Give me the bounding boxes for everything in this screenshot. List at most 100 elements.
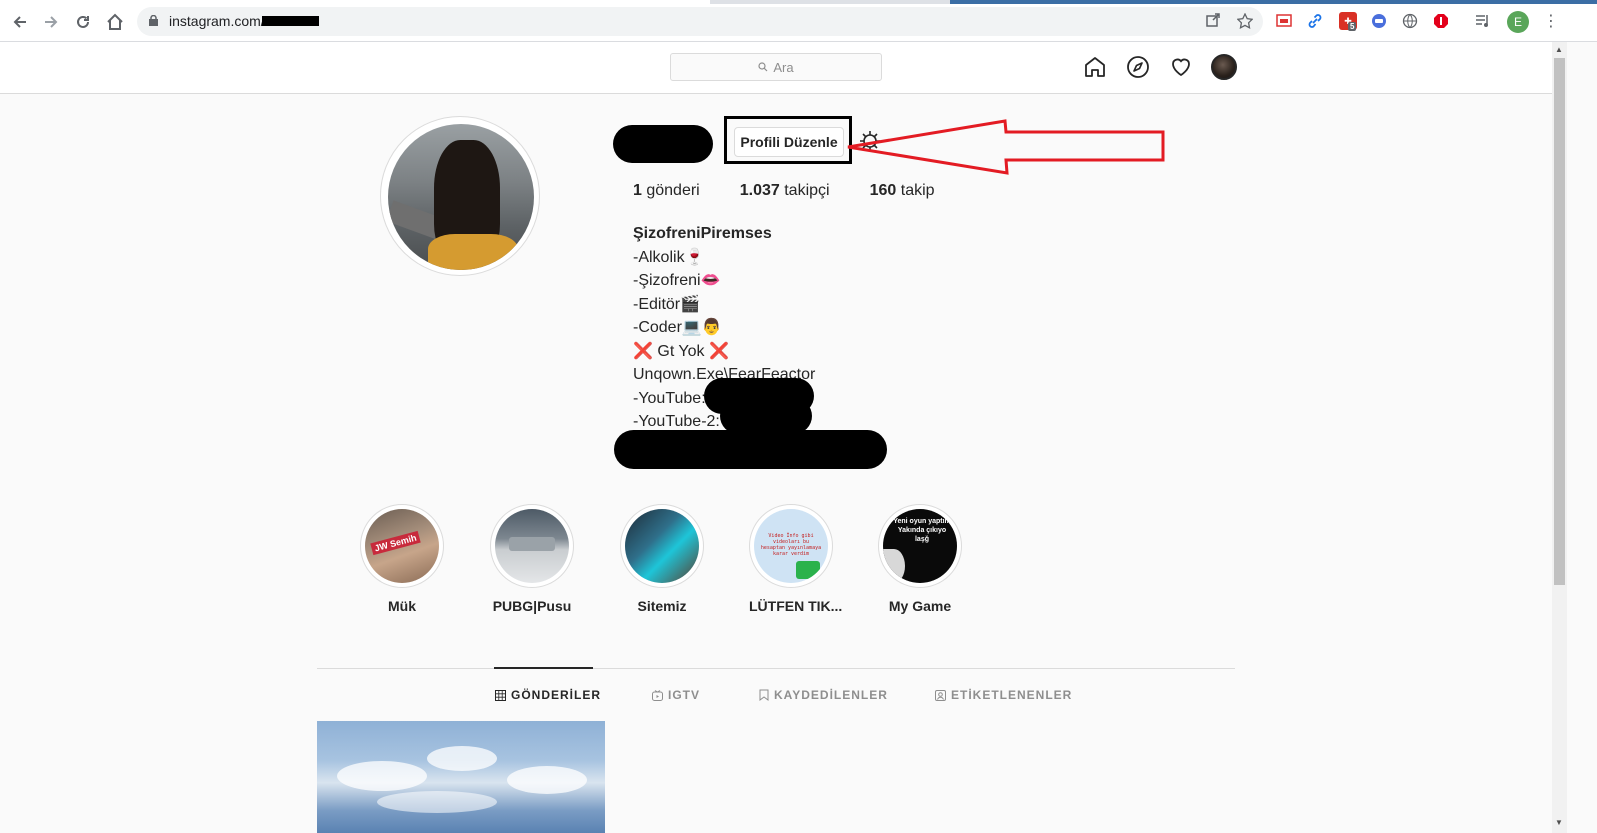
address-bar[interactable]: instagram.com/ [137, 7, 1263, 36]
profile-picture[interactable] [380, 116, 540, 276]
highlight-ring: Video İnfo gibi videoları bu hesaptan ya… [749, 504, 833, 588]
highlight-ring: JW Semih [360, 504, 444, 588]
bio-line: -Coder💻👨 [633, 319, 722, 336]
highlight-overlay-text: JW Semih [370, 530, 421, 556]
highlight-vehicle-shape [509, 537, 555, 551]
story-highlight[interactable]: Yeni oyun yaptım Yakında çıkıyo laşğ My … [878, 504, 962, 614]
highlight-check-shape [796, 561, 820, 579]
inactive-tab-edge[interactable] [950, 0, 1597, 4]
highlight-overlay-text: Video İnfo gibi videoları bu hesaptan ya… [760, 533, 822, 557]
tab-tagged[interactable]: ETİKETLENENLER [935, 688, 1072, 702]
highlight-label: PUBG|Pusu [492, 598, 572, 614]
cloud-shape [377, 791, 497, 813]
followers-label: takipçi [784, 182, 830, 199]
story-highlight[interactable]: JW Semih Mük [360, 504, 444, 614]
reload-icon [77, 15, 89, 28]
forward-button[interactable] [40, 11, 62, 33]
media-control-icon[interactable] [1474, 12, 1492, 30]
tabs-divider [317, 668, 1235, 669]
reload-button[interactable] [72, 11, 94, 33]
tab-posts[interactable]: GÖNDERİLER [495, 688, 601, 702]
url-text: instagram.com/ [169, 13, 265, 29]
username-redaction [613, 125, 713, 163]
highlight-ring [490, 504, 574, 588]
scroll-down-arrow-icon[interactable]: ▼ [1555, 818, 1563, 827]
ig-header: Ara [0, 42, 1552, 94]
highlight-cover: Video İnfo gibi videoları bu hesaptan ya… [754, 509, 828, 583]
back-arrow-icon [13, 16, 26, 28]
highlight-cover [625, 509, 699, 583]
tab-label: KAYDEDİLENLER [774, 688, 888, 702]
back-button[interactable] [9, 11, 31, 33]
story-highlight[interactable]: PUBG|Pusu [490, 504, 574, 614]
bio-line: ❌ Gt Yok ❌ [633, 342, 729, 360]
chat-extension-icon[interactable] [1370, 12, 1388, 30]
search-icon [758, 62, 768, 72]
link-extension-icon[interactable] [1306, 12, 1324, 30]
explore-compass-icon[interactable] [1126, 55, 1150, 79]
forward-arrow-icon [45, 16, 58, 28]
active-tab-edge[interactable] [0, 0, 710, 4]
followers-count: 1.037 [739, 182, 780, 199]
post-thumbnail[interactable] [317, 721, 605, 833]
igtv-icon [652, 689, 663, 701]
youtube2-redaction [720, 398, 812, 434]
following-stat[interactable]: 160 takip [870, 182, 935, 200]
page-scrollbar[interactable]: ▲ ▼ [1552, 42, 1567, 833]
bookmark-star-icon[interactable] [1236, 12, 1254, 33]
red-extension-icon[interactable]: ✚ 5 [1339, 12, 1357, 31]
tab-strip [0, 0, 1597, 4]
extension-badge: 5 [1348, 22, 1357, 31]
grid-icon [495, 689, 506, 701]
cast-extension-icon[interactable] [1275, 12, 1293, 30]
adblock-extension-icon[interactable] [1432, 12, 1450, 30]
open-in-app-icon[interactable] [1206, 13, 1220, 31]
tab-saved[interactable]: KAYDEDİLENLER [759, 688, 888, 702]
posts-count: 1 [633, 182, 642, 199]
posts-stat: 1 gönderi [633, 182, 700, 200]
tagged-user-icon [935, 689, 946, 701]
scrollbar-thumb[interactable] [1554, 58, 1565, 585]
annotation-arrow [847, 119, 1165, 175]
lock-icon [149, 15, 158, 26]
cloud-shape [427, 746, 497, 771]
bookmark-icon [759, 689, 769, 701]
story-highlight[interactable]: Video İnfo gibi videoları bu hesaptan ya… [749, 504, 843, 614]
profile-photo [388, 124, 534, 270]
highlight-overlay-text: Yeni oyun yaptım Yakında çıkıyo laşğ [893, 518, 951, 543]
home-button[interactable] [104, 11, 126, 33]
url-redaction [262, 16, 319, 26]
followers-stat[interactable]: 1.037 takipçi [740, 182, 830, 200]
search-placeholder: Ara [773, 59, 794, 75]
photo-shirt [428, 234, 518, 270]
link-redaction [614, 430, 887, 469]
highlight-label: Mük [388, 598, 416, 614]
highlight-cover: JW Semih [365, 509, 439, 583]
profile-full-name: ŞizofreniPiremses [633, 225, 772, 242]
tab-igtv[interactable]: IGTV [652, 688, 700, 702]
tab-label: ETİKETLENENLER [951, 688, 1073, 702]
browser-profile-avatar[interactable]: E [1507, 11, 1529, 33]
search-input[interactable]: Ara [670, 53, 882, 81]
tab-label: IGTV [668, 688, 701, 702]
highlight-label: LÜTFEN TIK... [749, 598, 843, 614]
profile-nav-avatar[interactable] [1211, 54, 1237, 80]
profile-stats: 1 gönderi 1.037 takipçi 160 takip [633, 182, 975, 200]
scroll-up-arrow-icon[interactable]: ▲ [1555, 45, 1563, 54]
edit-profile-button[interactable]: Profili Düzenle [734, 127, 844, 157]
highlight-ring [620, 504, 704, 588]
home-icon [107, 13, 123, 30]
highlight-ring: Yeni oyun yaptım Yakında çıkıyo laşğ [878, 504, 962, 588]
highlight-label: My Game [888, 598, 952, 614]
cloud-shape [507, 766, 587, 794]
tab-label: GÖNDERİLER [511, 688, 602, 702]
browser-toolbar: instagram.com/ ✚ 5 E ⋮ [0, 0, 1597, 42]
browser-menu-icon[interactable]: ⋮ [1543, 11, 1559, 31]
cloud-shape [337, 761, 427, 791]
posts-label: gönderi [646, 182, 700, 199]
globe-extension-icon[interactable] [1401, 12, 1419, 30]
heart-activity-icon[interactable] [1169, 55, 1193, 79]
bio-line: -Şizofreni👄 [633, 272, 721, 289]
story-highlight[interactable]: Sitemiz [620, 504, 704, 614]
home-nav-icon[interactable] [1083, 55, 1107, 79]
